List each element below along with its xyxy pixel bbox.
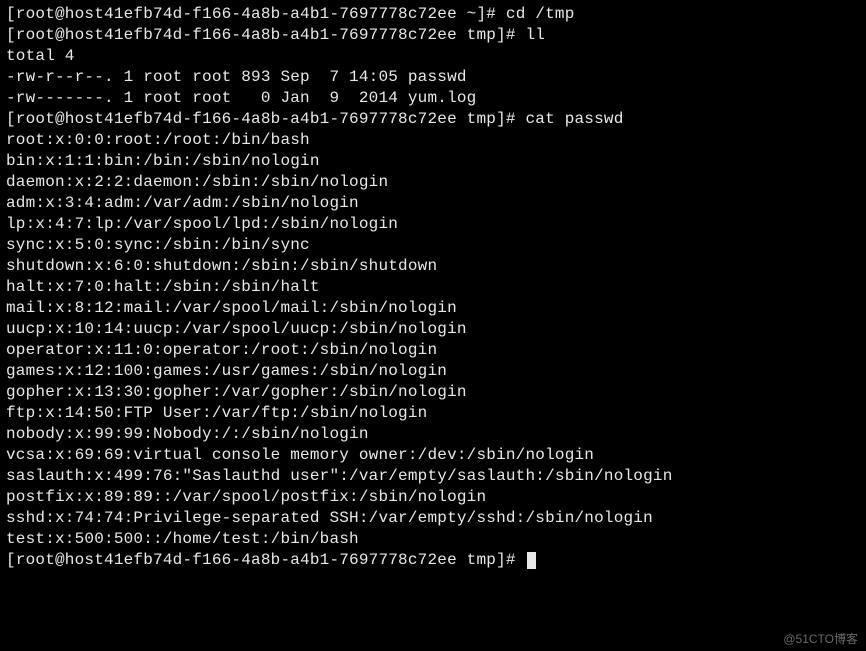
file-listing-line: -rw-r--r--. 1 root root 893 Sep 7 14:05 …	[6, 68, 467, 86]
passwd-line: halt:x:7:0:halt:/sbin:/sbin/halt	[6, 278, 320, 296]
passwd-line: operator:x:11:0:operator:/root:/sbin/nol…	[6, 341, 437, 359]
passwd-line: mail:x:8:12:mail:/var/spool/mail:/sbin/n…	[6, 299, 457, 317]
passwd-line: lp:x:4:7:lp:/var/spool/lpd:/sbin/nologin	[6, 215, 398, 233]
passwd-line: ftp:x:14:50:FTP User:/var/ftp:/sbin/nolo…	[6, 404, 427, 422]
shell-prompt: [root@host41efb74d-f166-4a8b-a4b1-769777…	[6, 26, 525, 44]
typed-command: cd /tmp	[506, 5, 575, 23]
passwd-line: sync:x:5:0:sync:/sbin:/bin/sync	[6, 236, 310, 254]
passwd-line: saslauth:x:499:76:"Saslauthd user":/var/…	[6, 467, 673, 485]
passwd-line: games:x:12:100:games:/usr/games:/sbin/no…	[6, 362, 447, 380]
shell-prompt: [root@host41efb74d-f166-4a8b-a4b1-769777…	[6, 110, 525, 128]
typed-command: cat passwd	[525, 110, 623, 128]
passwd-line: bin:x:1:1:bin:/bin:/sbin/nologin	[6, 152, 320, 170]
shell-prompt: [root@host41efb74d-f166-4a8b-a4b1-769777…	[6, 5, 506, 23]
passwd-line: uucp:x:10:14:uucp:/var/spool/uucp:/sbin/…	[6, 320, 467, 338]
passwd-line: sshd:x:74:74:Privilege-separated SSH:/va…	[6, 509, 653, 527]
passwd-line: postfix:x:89:89::/var/spool/postfix:/sbi…	[6, 488, 486, 506]
shell-prompt: [root@host41efb74d-f166-4a8b-a4b1-769777…	[6, 551, 525, 569]
passwd-line: daemon:x:2:2:daemon:/sbin:/sbin/nologin	[6, 173, 388, 191]
typed-command: ll	[525, 26, 545, 44]
terminal-window[interactable]: [root@host41efb74d-f166-4a8b-a4b1-769777…	[0, 0, 866, 575]
passwd-line: root:x:0:0:root:/root:/bin/bash	[6, 131, 310, 149]
passwd-line: gopher:x:13:30:gopher:/var/gopher:/sbin/…	[6, 383, 467, 401]
passwd-line: nobody:x:99:99:Nobody:/:/sbin/nologin	[6, 425, 369, 443]
file-listing-line: -rw-------. 1 root root 0 Jan 9 2014 yum…	[6, 89, 476, 107]
passwd-line: test:x:500:500::/home/test:/bin/bash	[6, 530, 359, 548]
cursor-icon	[527, 552, 536, 569]
passwd-line: vcsa:x:69:69:virtual console memory owne…	[6, 446, 594, 464]
passwd-line: adm:x:3:4:adm:/var/adm:/sbin/nologin	[6, 194, 359, 212]
output-line: total 4	[6, 47, 75, 65]
watermark-text: @51CTO博客	[783, 630, 858, 647]
passwd-line: shutdown:x:6:0:shutdown:/sbin:/sbin/shut…	[6, 257, 437, 275]
